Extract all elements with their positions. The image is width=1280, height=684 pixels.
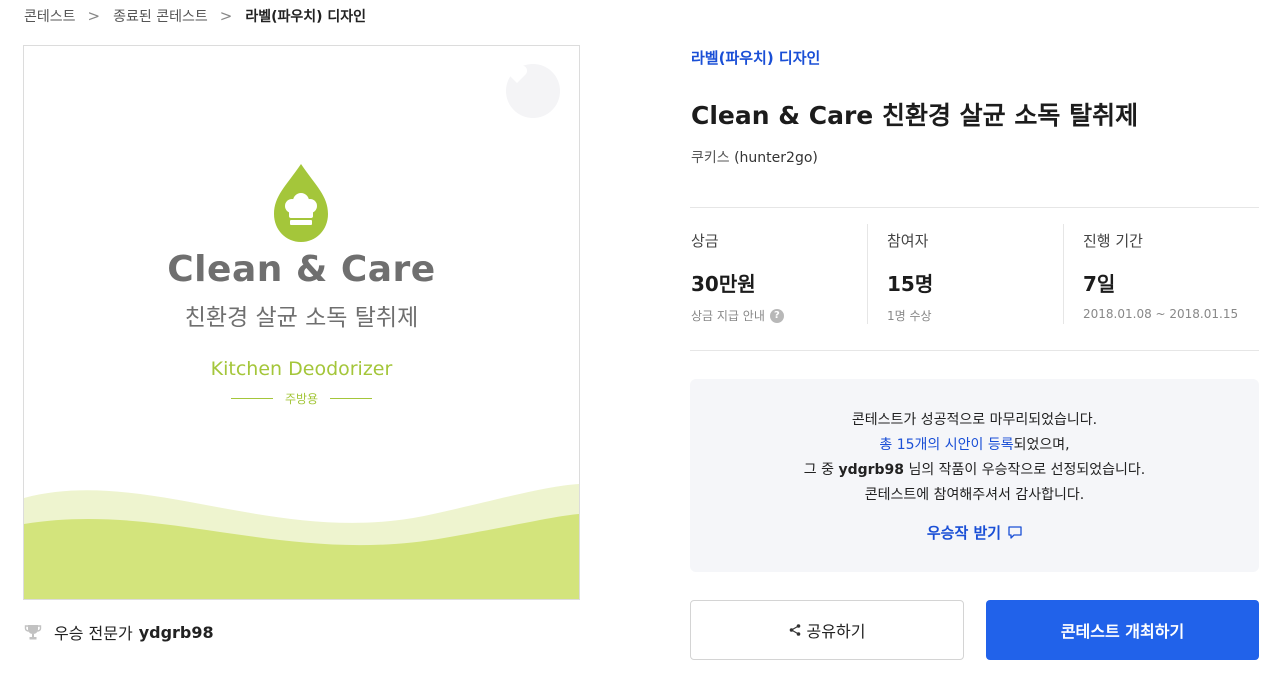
notice-line-2-rest: 되었으며, <box>1013 437 1070 453</box>
contest-stats: 상금 30만원 상금 지급 안내 ? 참여자 15명 1명 수상 진행 기간 7… <box>690 224 1259 324</box>
artwork-title: Clean & Care <box>167 249 436 290</box>
contest-title: Clean & Care 친환경 살균 소독 탈취제 <box>691 101 1139 130</box>
owner-name: 쿠키스 <box>691 150 730 166</box>
stat-duration: 진행 기간 7일 2018.01.08 ~ 2018.01.15 <box>1063 224 1259 324</box>
notice-line-3: 그 중 ydgrb98 님의 작품이 우승작으로 선정되었습니다. <box>690 458 1259 483</box>
stat-participants-label: 참여자 <box>887 232 929 250</box>
winner-info: 우승 전문가 ydgrb98 <box>24 620 214 644</box>
divider <box>690 207 1259 208</box>
divider-line <box>230 398 273 399</box>
trophy-icon <box>24 625 42 640</box>
share-button[interactable]: 공유하기 <box>690 600 964 660</box>
divider-line <box>330 398 373 399</box>
notice-winner-name: ydgrb98 <box>838 462 905 478</box>
contest-result-notice: 콘테스트가 성공적으로 마무리되었습니다. 총 15개의 시안이 등록되었으며,… <box>690 379 1259 572</box>
stat-prize-value: 30만원 <box>691 272 756 296</box>
stat-participants-sub: 1명 수상 <box>887 309 932 323</box>
artwork-subtitle: 친환경 살균 소독 탈취제 <box>184 305 419 331</box>
stat-participants: 참여자 15명 1명 수상 <box>867 224 1063 324</box>
notice-line-3-post: 님의 작품이 우승작으로 선정되었습니다. <box>904 462 1146 478</box>
chevron-right-icon: > <box>219 7 233 25</box>
get-winning-design-button[interactable]: 우승작 받기 <box>927 522 1022 543</box>
owner-id: (hunter2go) <box>734 150 818 166</box>
like-button[interactable] <box>506 64 560 118</box>
share-button-label: 공유하기 <box>806 622 866 641</box>
breadcrumb-item-ended[interactable]: 종료된 콘테스트 <box>113 6 208 26</box>
breadcrumb-item-current: 라벨(파우치) 디자인 <box>245 9 367 25</box>
artwork-tagline: Kitchen Deodorizer <box>210 358 393 380</box>
entries-count-link[interactable]: 총 15개의 시안이 등록 <box>879 437 1013 453</box>
notice-line-1: 콘테스트가 성공적으로 마무리되었습니다. <box>851 412 1098 428</box>
stat-participants-value: 15명 <box>887 272 934 296</box>
share-icon <box>789 624 800 636</box>
winner-name: ydgrb98 <box>138 622 214 642</box>
stat-duration-value: 7일 <box>1083 272 1116 296</box>
notice-line-2: 총 15개의 시안이 등록되었으며, <box>690 433 1259 458</box>
winner-label: 우승 전문가 <box>54 624 133 643</box>
prize-payment-info-label: 상금 지급 안내 <box>691 309 765 323</box>
breadcrumb-item-contest[interactable]: 콘테스트 <box>24 6 76 26</box>
prize-payment-info[interactable]: 상금 지급 안내 ? <box>691 307 867 324</box>
get-winning-design-label: 우승작 받기 <box>926 524 1002 542</box>
stat-duration-dates: 2018.01.08 ~ 2018.01.15 <box>1083 307 1239 321</box>
chevron-right-icon: > <box>87 7 101 25</box>
artwork-usage-row: 주방용 <box>24 390 579 407</box>
stat-prize-label: 상금 <box>691 232 719 250</box>
divider <box>690 350 1259 351</box>
question-icon[interactable]: ? <box>769 308 784 323</box>
chat-bubble-icon <box>1008 526 1022 539</box>
notice-line-3-pre: 그 중 <box>803 462 839 478</box>
artwork-usage: 주방용 <box>284 392 319 406</box>
stat-prize: 상금 30만원 상금 지급 안내 ? <box>690 224 867 324</box>
contest-category-link[interactable]: 라벨(파우치) 디자인 <box>691 47 820 68</box>
breadcrumb: 콘테스트 > 종료된 콘테스트 > 라벨(파우치) 디자인 <box>24 4 366 28</box>
host-contest-button[interactable]: 콘테스트 개최하기 <box>986 600 1259 660</box>
stat-duration-label: 진행 기간 <box>1083 232 1143 250</box>
heart-icon <box>506 65 528 83</box>
winning-design-image[interactable]: Clean & Care 친환경 살균 소독 탈취제 Kitchen Deodo… <box>23 45 580 600</box>
contest-owner: 쿠키스 (hunter2go) <box>691 147 818 167</box>
notice-line-4: 콘테스트에 참여해주셔서 감사합니다. <box>864 487 1085 503</box>
